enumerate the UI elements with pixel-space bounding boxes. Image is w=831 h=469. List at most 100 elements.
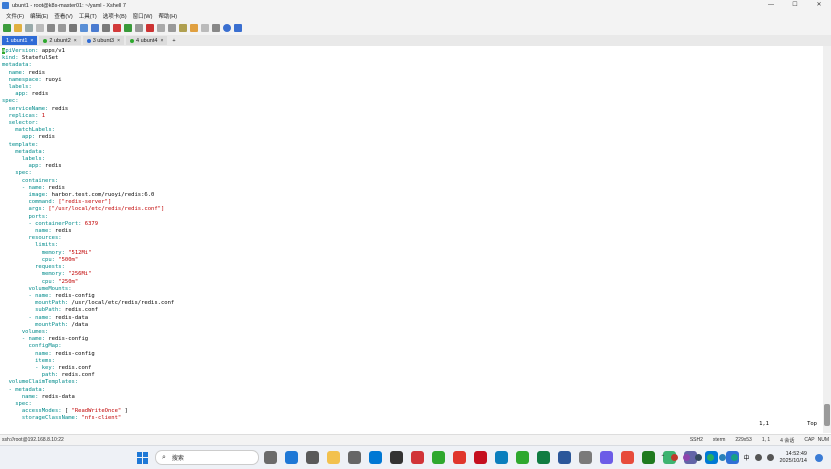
scrollbar-thumb[interactable]	[824, 404, 830, 426]
menu-view[interactable]: 查看(V)	[54, 12, 72, 20]
editor-line: volumeClaimTemplates:	[2, 379, 174, 386]
windows-taskbar: ⌕ 搜索 ⌃ 中 14:52:49 2025/10/14	[0, 445, 831, 469]
help-icon[interactable]	[223, 24, 231, 32]
globe-icon[interactable]	[91, 24, 99, 32]
code-token: memory:	[41, 249, 65, 256]
taskbar-app-icon[interactable]	[474, 451, 487, 464]
taskbar-app-icon[interactable]	[453, 451, 466, 464]
tray-app-icon[interactable]	[695, 454, 703, 461]
ime-indicator[interactable]: 中	[743, 453, 749, 462]
taskbar-app-icon[interactable]	[411, 451, 424, 464]
system-clock[interactable]: 14:52:49 2025/10/14	[779, 451, 807, 465]
new-session-icon[interactable]	[3, 24, 11, 32]
close-button[interactable]: ✕	[807, 0, 831, 11]
xftp-green-icon[interactable]	[124, 24, 132, 32]
taskbar-app-icon[interactable]	[306, 451, 319, 464]
editor-line: accessModes: [ "ReadWriteOnce" ]	[2, 408, 174, 415]
paste-icon[interactable]	[58, 24, 66, 32]
taskbar-app-icon[interactable]	[642, 451, 655, 464]
tray-app-icon[interactable]	[731, 454, 739, 461]
tab-ubunt1[interactable]: 1 ubunt1 ×	[2, 36, 38, 45]
compose-icon[interactable]	[179, 24, 187, 32]
taskbar-app-icon[interactable]	[600, 451, 613, 464]
start-button-icon[interactable]	[137, 451, 149, 464]
taskbar-app-icon[interactable]	[621, 451, 634, 464]
code-token: ]	[121, 408, 128, 415]
network-icon[interactable]	[755, 454, 763, 461]
fullscreen-icon[interactable]	[135, 24, 143, 32]
menu-tab[interactable]: 选项卡(B)	[103, 12, 127, 20]
code-token: [	[61, 408, 72, 415]
tray-app-icon[interactable]	[707, 454, 715, 461]
editor-line: metadata:	[2, 62, 174, 69]
editor-line: command: ["redis-server"]	[2, 199, 174, 206]
taskbar-app-icon[interactable]	[558, 451, 571, 464]
status-dot-icon	[86, 38, 91, 43]
reconnect-icon[interactable]	[25, 24, 33, 32]
code-token: image:	[28, 192, 49, 199]
taskbar-app-icon[interactable]	[264, 451, 277, 464]
taskbar-app-icon[interactable]	[495, 451, 508, 464]
editor-line: - containerPort: 6379	[2, 221, 174, 228]
script-icon[interactable]	[102, 24, 110, 32]
tab-close-icon[interactable]: ×	[74, 38, 77, 44]
tab-ubunt2[interactable]: 2 ubunt2 ×	[39, 36, 81, 45]
code-token: cpu:	[41, 256, 55, 263]
taskbar-app-icon[interactable]	[516, 451, 529, 464]
menu-edit[interactable]: 编辑(E)	[30, 12, 48, 20]
code-token: - name:	[21, 336, 46, 343]
keyboard-icon[interactable]	[168, 24, 176, 32]
taskbar-search[interactable]: ⌕ 搜索	[155, 450, 259, 465]
tab-close-icon[interactable]: ×	[160, 38, 163, 44]
xftp-icon[interactable]	[113, 24, 121, 32]
volume-icon[interactable]	[767, 454, 775, 461]
code-token: spec:	[15, 400, 32, 407]
tray-app-icon[interactable]	[683, 454, 691, 461]
lock-icon[interactable]	[157, 24, 165, 32]
open-folder-icon[interactable]	[14, 24, 22, 32]
tab-label: 2 ubunt2	[49, 37, 71, 44]
maximize-button[interactable]: ☐	[783, 0, 807, 11]
folder-icon[interactable]	[190, 24, 198, 32]
terminal-scrollbar[interactable]	[823, 46, 831, 433]
minimize-button[interactable]: —	[759, 0, 783, 11]
menu-tools[interactable]: 工具(T)	[79, 12, 97, 20]
copy-icon[interactable]	[47, 24, 55, 32]
terminal-area[interactable]: apiVersion: apps/v1 kind: StatefulSet meta…	[0, 46, 831, 433]
highlight-icon[interactable]	[146, 24, 154, 32]
layout-icon[interactable]	[212, 24, 220, 32]
terminal-type: xterm	[712, 437, 726, 443]
taskbar-app-icon[interactable]	[579, 451, 592, 464]
status-dot-icon	[43, 38, 48, 43]
notification-icon[interactable]	[815, 454, 823, 462]
taskbar-app-icon[interactable]	[348, 451, 361, 464]
tray-app-icon[interactable]	[671, 454, 679, 461]
taskbar-app-icon[interactable]	[390, 451, 403, 464]
taskbar-app-icon[interactable]	[537, 451, 550, 464]
tab-ubunt3[interactable]: 3 ubunt3 ×	[82, 36, 125, 45]
tray-app-icon[interactable]	[719, 454, 727, 461]
menu-window[interactable]: 窗口(W)	[133, 12, 153, 20]
tray-chevron-icon[interactable]: ⌃	[660, 454, 665, 461]
find-icon[interactable]	[69, 24, 77, 32]
info-icon[interactable]	[234, 24, 242, 32]
taskbar-app-icon[interactable]	[369, 451, 382, 464]
taskbar-app-icon[interactable]	[327, 451, 340, 464]
properties-icon[interactable]	[80, 24, 88, 32]
code-token: piVersion:	[5, 48, 39, 54]
tab-ubunt4[interactable]: 4 ubunt4 ×	[126, 36, 168, 45]
taskbar-app-icon[interactable]	[285, 451, 298, 464]
menu-help[interactable]: 帮助(H)	[158, 12, 177, 20]
taskbar-app-icon[interactable]	[432, 451, 445, 464]
tab-close-icon[interactable]: ×	[117, 38, 120, 44]
disconnect-icon[interactable]	[36, 24, 44, 32]
menu-file[interactable]: 文件(F)	[6, 12, 24, 20]
editor-line: volumes:	[2, 329, 174, 336]
tab-close-icon[interactable]: ×	[30, 38, 33, 44]
zoom-icon[interactable]	[201, 24, 209, 32]
new-tab-button[interactable]: +	[169, 36, 178, 45]
